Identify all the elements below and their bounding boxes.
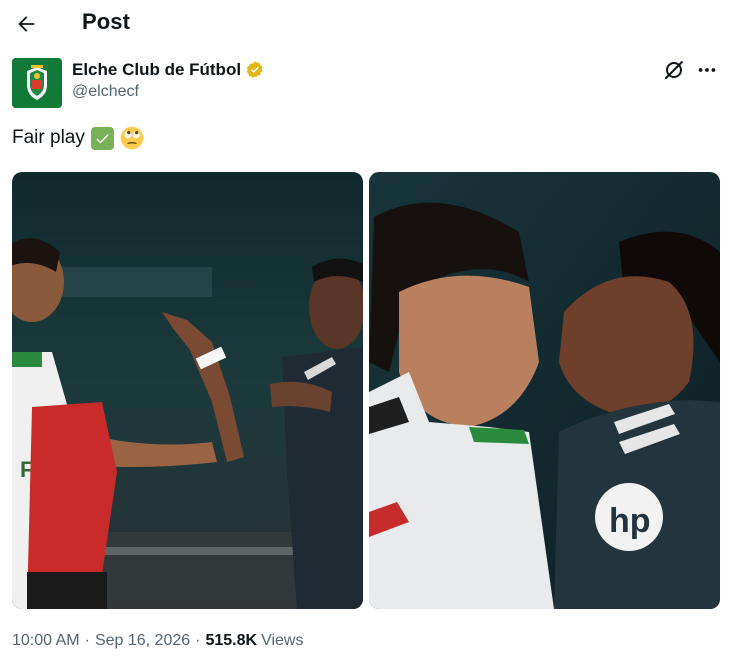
post-date[interactable]: Sep 16, 2026	[95, 632, 190, 650]
views-count: 515.8K	[205, 632, 258, 649]
post-text: Fair play	[12, 126, 144, 150]
media-photo-1[interactable]: Fi	[12, 172, 363, 609]
post-header: Post	[0, 0, 736, 48]
svg-text:hp: hp	[609, 502, 651, 540]
football-players-face-off-image: hp	[369, 172, 720, 609]
avatar[interactable]	[12, 58, 62, 108]
user-handle[interactable]: @elchecf	[72, 83, 265, 101]
meta-separator: ·	[84, 632, 90, 649]
meta-separator: ·	[195, 632, 201, 649]
display-name[interactable]: Elche Club de Fútbol	[72, 60, 241, 80]
author-names: Elche Club de Fútbol @elchecf	[72, 60, 265, 101]
author-row: Elche Club de Fútbol @elchecf	[12, 58, 724, 110]
football-players-confrontation-image: Fi	[12, 172, 363, 609]
post-meta: 10:00 AM · Sep 16, 2026 · 515.8K Views	[12, 632, 303, 650]
back-button[interactable]	[8, 6, 44, 42]
post-body: Fair play	[12, 127, 85, 148]
media-photo-2[interactable]: hp	[369, 172, 720, 609]
grok-button[interactable]	[662, 58, 686, 82]
display-name-row: Elche Club de Fútbol	[72, 60, 265, 80]
page-title: Post	[82, 9, 131, 34]
more-horizontal-icon	[698, 68, 716, 72]
verified-badge-icon[interactable]	[245, 60, 265, 80]
arrow-left-icon	[18, 16, 35, 32]
face-with-rolling-eyes-emoji-icon	[120, 126, 144, 150]
post-time[interactable]: 10:00 AM	[12, 632, 80, 650]
media-grid: Fi hp	[12, 172, 720, 609]
views-label: Views	[261, 632, 304, 649]
elche-crest-icon	[12, 58, 62, 108]
more-options-button[interactable]	[694, 58, 720, 82]
grok-icon	[665, 61, 683, 79]
check-mark-emoji-icon	[90, 126, 114, 150]
